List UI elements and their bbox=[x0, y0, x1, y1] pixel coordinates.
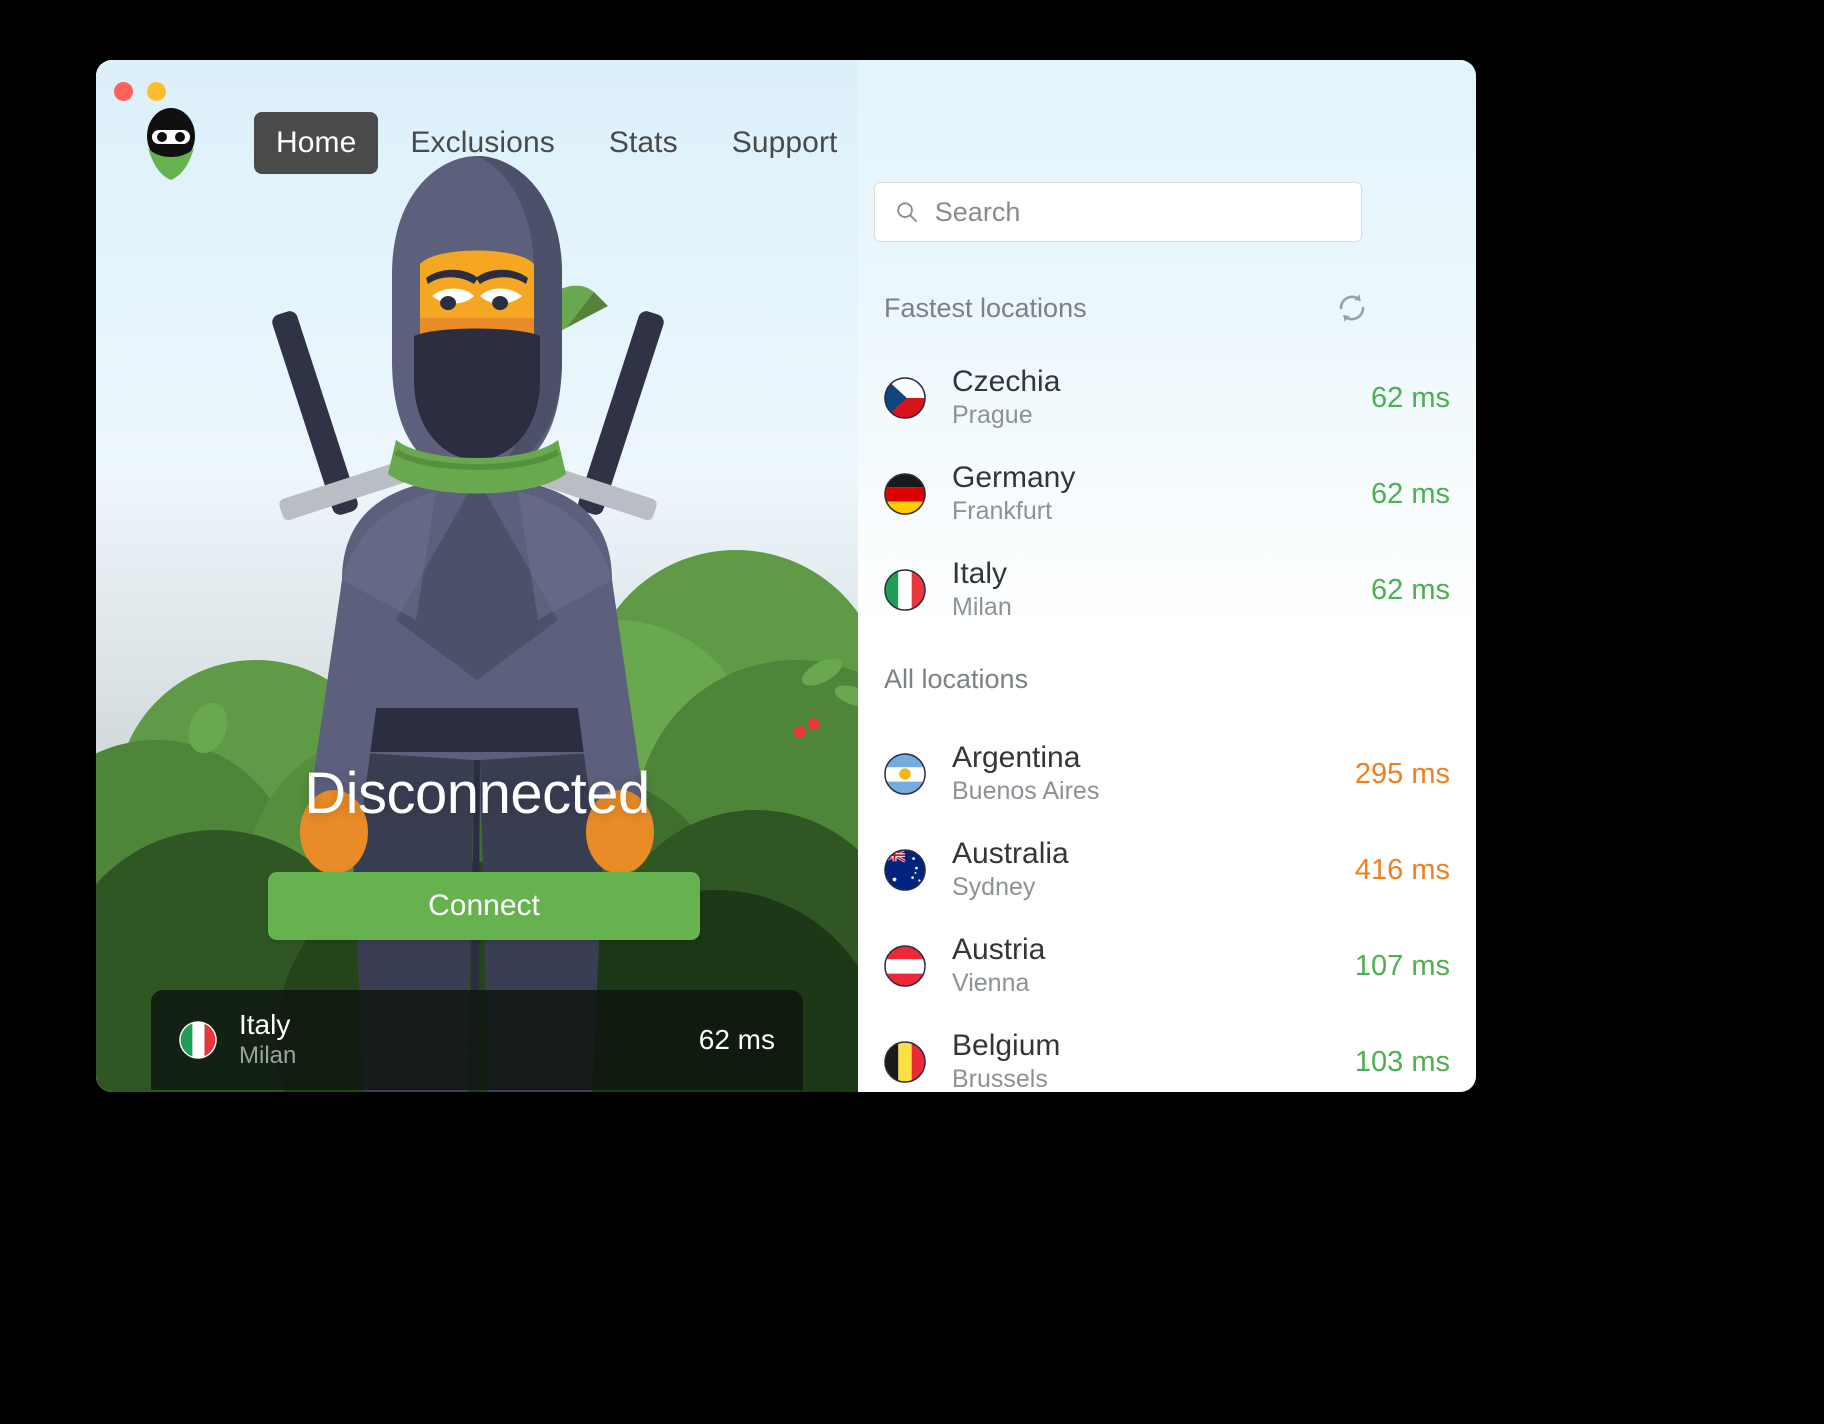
list-item-names: Italy Milan bbox=[952, 557, 1012, 624]
locations-panel: Fastest locations bbox=[858, 60, 1476, 1092]
list-item-city: Brussels bbox=[952, 1065, 1048, 1092]
fastest-locations-title: Fastest locations bbox=[884, 292, 1087, 323]
list-item[interactable]: Belgium Brussels 103 ms bbox=[858, 1014, 1476, 1092]
fastest-locations-list: Czechia Prague 62 ms Germany Frankfurt 6… bbox=[858, 350, 1476, 638]
list-item-ping: 295 ms bbox=[1354, 757, 1450, 790]
connect-button[interactable]: Connect bbox=[268, 872, 700, 940]
list-item-country: Australia bbox=[952, 836, 1069, 870]
belgium-flag-icon bbox=[884, 1041, 926, 1083]
list-item-names: Argentina Buenos Aires bbox=[952, 741, 1099, 808]
app-window: Home Exclusions Stats Support Settings D… bbox=[96, 60, 1476, 1092]
list-item[interactable]: Australia Sydney 416 ms bbox=[858, 822, 1476, 918]
list-item-country: Germany bbox=[952, 460, 1076, 494]
minimize-button[interactable] bbox=[147, 82, 166, 101]
list-item-country: Austria bbox=[952, 932, 1046, 966]
list-item-country: Argentina bbox=[952, 740, 1081, 774]
current-location-card[interactable]: Italy Milan 62 ms bbox=[151, 990, 803, 1090]
refresh-button[interactable] bbox=[1332, 288, 1372, 328]
current-location-names: Italy Milan bbox=[239, 1009, 296, 1071]
refresh-icon bbox=[1339, 294, 1365, 322]
list-item[interactable]: Italy Milan 62 ms bbox=[858, 542, 1476, 638]
all-locations-header: All locations bbox=[884, 664, 1372, 695]
list-item-names: Belgium Brussels bbox=[952, 1029, 1060, 1093]
close-button[interactable] bbox=[114, 82, 133, 101]
list-item-ping: 107 ms bbox=[1354, 949, 1450, 982]
search-container bbox=[874, 182, 1362, 242]
list-item-country: Czechia bbox=[952, 364, 1061, 398]
list-item-country: Italy bbox=[952, 556, 1008, 590]
list-item-city: Frankfurt bbox=[952, 497, 1053, 525]
list-item-ping: 416 ms bbox=[1354, 853, 1450, 886]
fastest-locations-header: Fastest locations bbox=[884, 288, 1372, 328]
list-item-country: Belgium bbox=[952, 1028, 1061, 1062]
list-item-ping: 103 ms bbox=[1354, 1045, 1450, 1078]
list-item-city: Vienna bbox=[952, 969, 1030, 997]
czechia-flag-icon bbox=[884, 377, 926, 419]
current-location-city: Milan bbox=[239, 1042, 297, 1070]
list-item-ping: 62 ms bbox=[1371, 477, 1450, 510]
current-location-ping: 62 ms bbox=[698, 1024, 775, 1055]
list-item[interactable]: Germany Frankfurt 62 ms bbox=[858, 446, 1476, 542]
connection-status: Disconnected bbox=[304, 761, 650, 826]
current-location-country: Italy bbox=[239, 1008, 291, 1040]
list-item-names: Australia Sydney bbox=[952, 837, 1069, 904]
list-item-city: Buenos Aires bbox=[952, 777, 1100, 805]
main-navigation: Home Exclusions Stats Support Settings bbox=[254, 112, 858, 174]
window-titlebar: Home Exclusions Stats Support Settings bbox=[96, 60, 858, 180]
nav-item-stats[interactable]: Stats bbox=[587, 112, 700, 174]
italy-flag-icon bbox=[179, 1021, 217, 1059]
list-item-ping: 62 ms bbox=[1371, 381, 1450, 414]
list-item-names: Germany Frankfurt bbox=[952, 461, 1075, 528]
list-item-names: Austria Vienna bbox=[952, 933, 1045, 1000]
germany-flag-icon bbox=[884, 473, 926, 515]
all-locations-title: All locations bbox=[884, 664, 1029, 694]
list-item-names: Czechia Prague bbox=[952, 365, 1060, 432]
austria-flag-icon bbox=[884, 945, 926, 987]
all-locations-list: Argentina Buenos Aires 295 ms Australia … bbox=[858, 726, 1476, 1092]
search-input[interactable] bbox=[934, 196, 1361, 228]
list-item-ping: 62 ms bbox=[1371, 573, 1450, 606]
list-item-city: Prague bbox=[952, 401, 1033, 429]
ninja-logo-icon bbox=[147, 108, 195, 180]
main-panel: Home Exclusions Stats Support Settings D… bbox=[96, 60, 858, 1092]
nav-item-support[interactable]: Support bbox=[710, 112, 858, 174]
list-item[interactable]: Argentina Buenos Aires 295 ms bbox=[858, 726, 1476, 822]
argentina-flag-icon bbox=[884, 753, 926, 795]
nav-item-home[interactable]: Home bbox=[254, 112, 379, 174]
nav-item-exclusions[interactable]: Exclusions bbox=[388, 112, 576, 174]
search-icon bbox=[897, 202, 917, 223]
list-item[interactable]: Czechia Prague 62 ms bbox=[858, 350, 1476, 446]
list-item-city: Milan bbox=[952, 593, 1012, 621]
italy-flag-icon bbox=[884, 569, 926, 611]
australia-flag-icon bbox=[884, 849, 926, 891]
list-item-city: Sydney bbox=[952, 873, 1036, 901]
search-box[interactable] bbox=[874, 182, 1362, 242]
list-item[interactable]: Austria Vienna 107 ms bbox=[858, 918, 1476, 1014]
window-controls bbox=[114, 82, 166, 101]
